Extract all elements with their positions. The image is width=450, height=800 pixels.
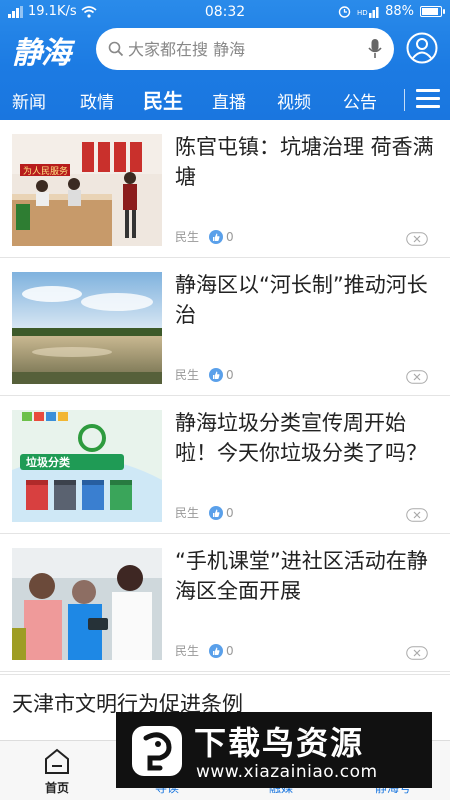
- search-bar[interactable]: [96, 28, 394, 70]
- news-title: 静海区以“河长制”推动河长治: [175, 273, 428, 327]
- news-title: “手机课堂”进社区活动在静海区全面开展: [175, 549, 428, 603]
- like-count: 0: [226, 643, 234, 658]
- like-count: 0: [226, 367, 234, 382]
- news-category: 民生: [175, 506, 200, 520]
- dismiss-icon[interactable]: [406, 232, 428, 246]
- category-tabs: 新闻 政情 民生 直播 视频 公告: [0, 82, 450, 120]
- news-item[interactable]: 为人民服务 陈官屯镇：坑塘治理 荷香满塘 民生 0: [0, 120, 450, 258]
- tab-politics[interactable]: 政情: [80, 88, 114, 113]
- news-category: 民生: [175, 644, 200, 658]
- news-item[interactable]: “手机课堂”进社区活动在静海区全面开展 民生 0: [0, 534, 450, 672]
- battery-icon: [420, 6, 445, 17]
- news-thumbnail: [12, 272, 162, 384]
- battery-level: 88%: [385, 4, 414, 19]
- news-meta: 民生 0: [175, 642, 234, 659]
- dismiss-icon[interactable]: [406, 508, 428, 522]
- news-meta: 民生 0: [175, 504, 234, 521]
- thumbs-up-icon: [209, 505, 224, 520]
- banner-text: 为人民服务: [23, 165, 68, 177]
- watermark-title: 下载鸟资源: [194, 724, 365, 762]
- nav-label: 首页: [44, 781, 69, 795]
- thumbs-up-icon: [209, 643, 224, 658]
- news-item[interactable]: 静海区以“河长制”推动河长治 民生 0: [0, 258, 450, 396]
- alarm-icon: [338, 6, 351, 18]
- tab-livelihood[interactable]: 民生: [143, 85, 183, 114]
- news-thumbnail: 为人民服务: [12, 134, 162, 246]
- news-title: 陈官屯镇：坑塘治理 荷香满塘: [175, 135, 434, 189]
- news-thumbnail: 垃圾分类: [12, 410, 162, 522]
- news-feed: 为人民服务 陈官屯镇：坑塘治理 荷香满塘 民生 0 静海区以“河长制”推动河长治…: [0, 120, 450, 740]
- status-bar: 19.1K/s 08:32 HD 88%: [0, 0, 450, 24]
- like-count: 0: [226, 505, 234, 520]
- thumbs-up-icon: [209, 229, 224, 244]
- news-thumbnail: [12, 548, 162, 660]
- watermark-url: www.xiazainiao.com: [196, 762, 378, 782]
- like-count: 0: [226, 229, 234, 244]
- tab-announcement[interactable]: 公告: [343, 88, 377, 113]
- svg-text:HD: HD: [357, 9, 368, 17]
- top-bar: 静海: [0, 26, 450, 74]
- search-icon: [108, 41, 124, 57]
- hd-signal-icon: HD: [357, 6, 379, 18]
- watermark-overlay: 下载鸟资源 www.xiazainiao.com: [116, 712, 432, 788]
- app-logo: 静海: [12, 36, 71, 71]
- news-category: 民生: [175, 368, 200, 382]
- dismiss-icon[interactable]: [406, 370, 428, 384]
- app-header: 19.1K/s 08:32 HD 88% 静海 大家都在搜 静海 新闻 政情 民…: [0, 0, 450, 120]
- tab-divider: [404, 89, 405, 111]
- news-meta: 民生 0: [175, 228, 234, 245]
- menu-icon[interactable]: [416, 89, 440, 109]
- news-item[interactable]: 垃圾分类 静海垃圾分类宣传周开始啦！今天你垃圾分类了吗？ 民生 0: [0, 396, 450, 534]
- news-meta: 民生 0: [175, 366, 234, 383]
- news-title: 静海垃圾分类宣传周开始啦！今天你垃圾分类了吗？: [175, 411, 427, 465]
- tab-news[interactable]: 新闻: [12, 88, 46, 113]
- nav-home[interactable]: 首页: [12, 741, 102, 800]
- bird-logo-icon: [132, 726, 182, 776]
- news-category: 民生: [175, 230, 200, 244]
- thumbs-up-icon: [209, 367, 224, 382]
- user-avatar-icon[interactable]: [406, 32, 438, 64]
- tab-video[interactable]: 视频: [277, 88, 311, 113]
- sign-text: 垃圾分类: [26, 455, 71, 469]
- dismiss-icon[interactable]: [406, 646, 428, 660]
- search-input[interactable]: [128, 36, 358, 62]
- tab-live[interactable]: 直播: [212, 88, 246, 113]
- home-icon: [45, 748, 69, 774]
- microphone-icon[interactable]: [368, 39, 382, 59]
